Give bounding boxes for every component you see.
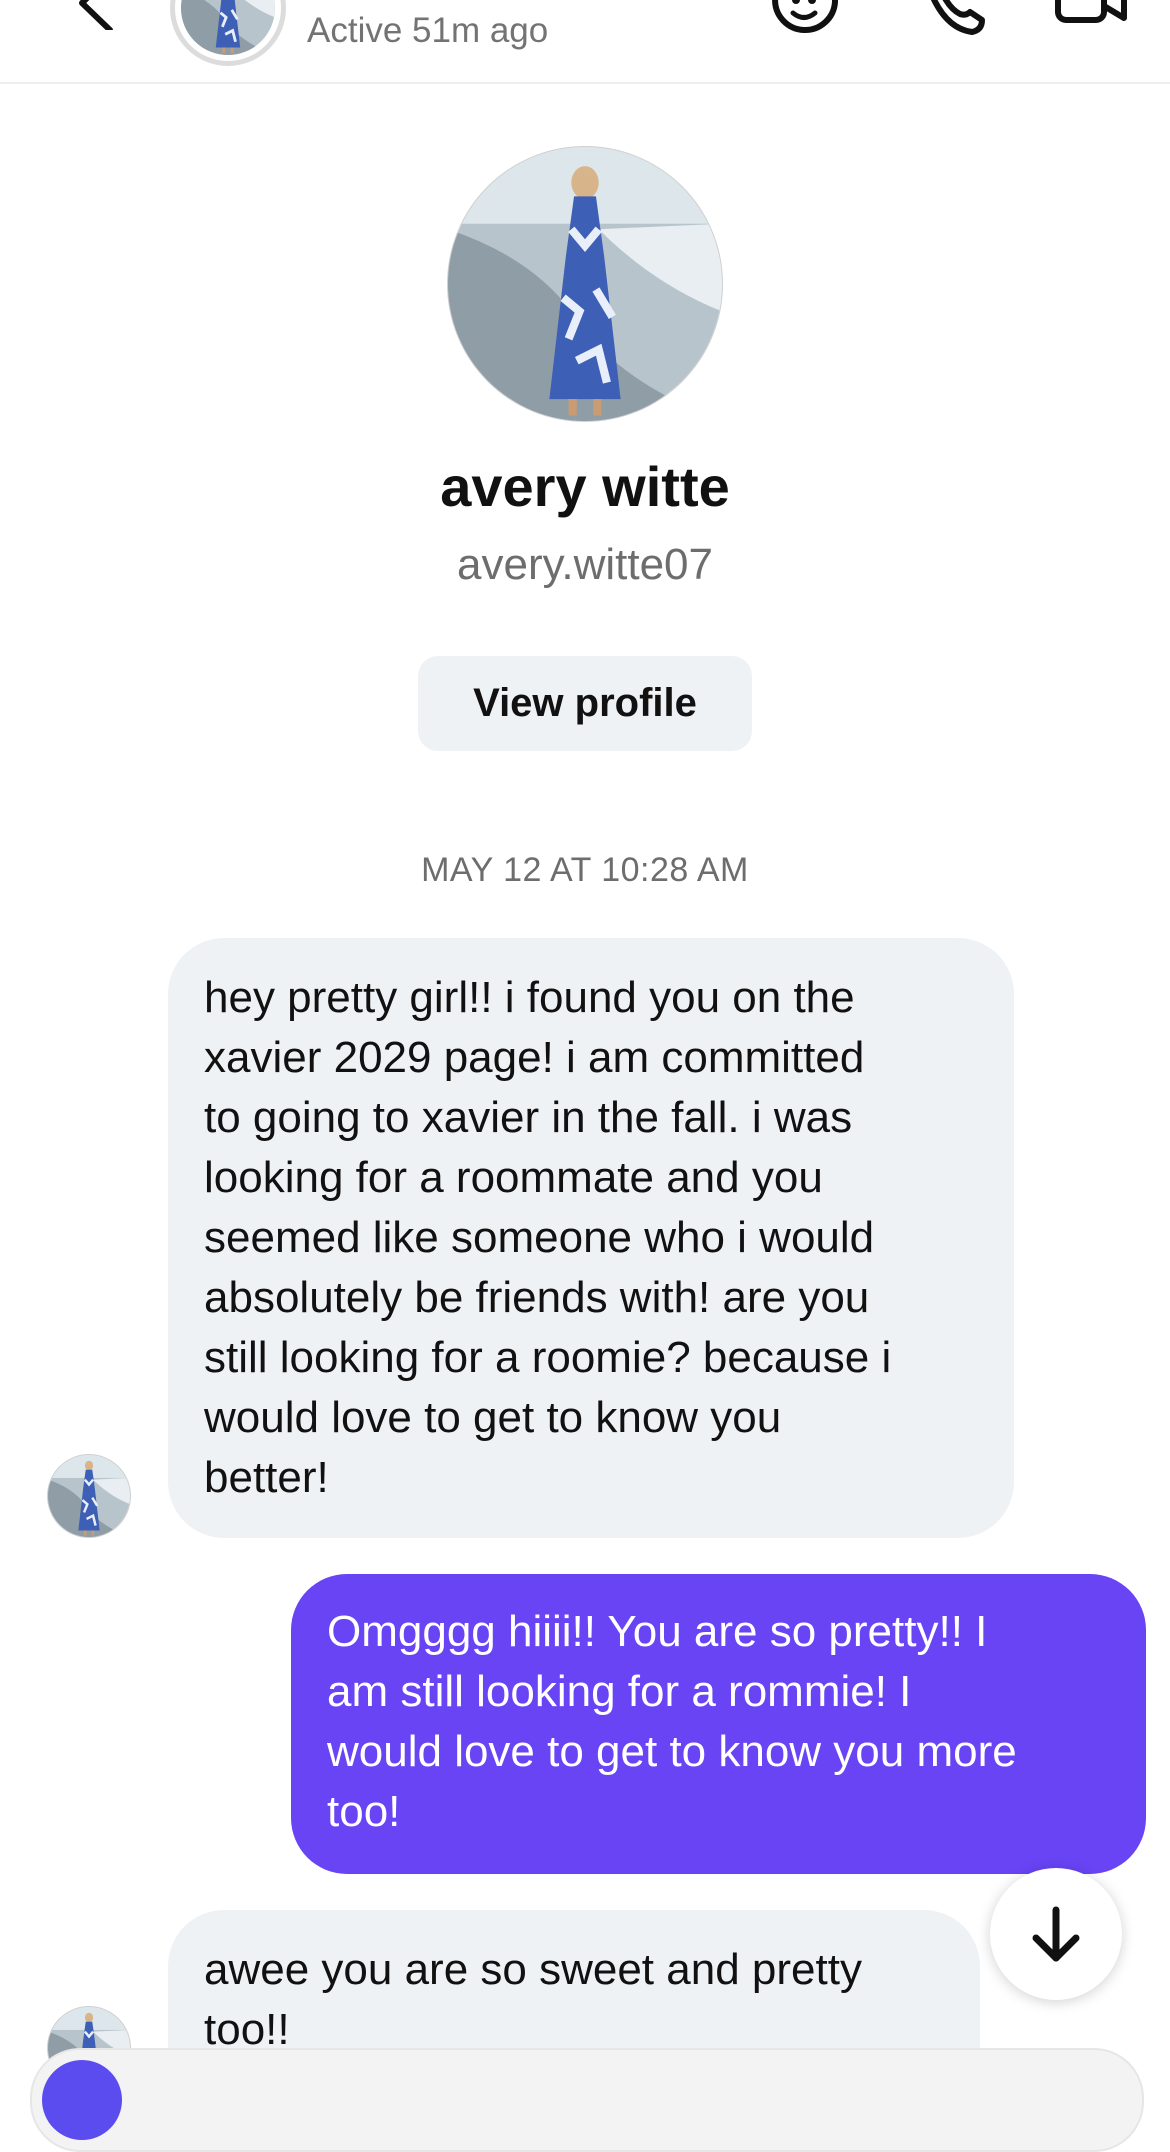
profile-username: avery.witte07 xyxy=(457,540,713,589)
scroll-to-bottom-button[interactable] xyxy=(990,1868,1122,2000)
arrow-down-icon xyxy=(1032,1906,1080,1962)
video-camera-icon[interactable] xyxy=(1050,0,1130,40)
message-line: seemed like someone who i would xyxy=(204,1213,875,1262)
message-line: too! xyxy=(327,1787,401,1836)
message-line: xavier 2029 page! i am committed xyxy=(204,1033,865,1082)
message-line: hey pretty girl!! i found you on the xyxy=(204,973,855,1022)
outgoing-message-bubble[interactable]: Omgggg hiiii!! You are so pretty!! I am … xyxy=(291,1574,1146,1874)
message-line: awee you are so sweet and pretty xyxy=(204,1945,862,1994)
back-chevron-icon[interactable] xyxy=(60,0,120,33)
message-line: absolutely be friends with! are you xyxy=(204,1273,870,1322)
conversation-timestamp: MAY 12 AT 10:28 AM xyxy=(421,851,749,889)
message-line: looking for a roommate and you xyxy=(204,1153,823,1202)
view-profile-button[interactable]: View profile xyxy=(418,656,752,751)
sender-avatar[interactable] xyxy=(47,1454,131,1538)
message-line: better! xyxy=(204,1453,329,1502)
camera-icon[interactable] xyxy=(42,2060,122,2140)
message-line: am still looking for a rommie! I xyxy=(327,1667,912,1716)
profile-name: avery witte xyxy=(440,455,730,518)
phone-icon[interactable] xyxy=(912,0,992,40)
profile-picture[interactable] xyxy=(447,146,723,422)
message-line: would love to get to know you xyxy=(204,1393,782,1442)
message-line: to going to xavier in the fall. i was xyxy=(204,1093,853,1142)
header-avatar[interactable] xyxy=(170,0,286,66)
incoming-message-bubble[interactable]: hey pretty girl!! i found you on the xav… xyxy=(168,938,1014,1538)
chat-header: Active 51m ago xyxy=(0,0,1170,84)
sticker-icon[interactable] xyxy=(765,0,845,40)
message-line: would love to get to know you more xyxy=(327,1727,1017,1776)
active-status: Active 51m ago xyxy=(307,11,549,50)
message-composer[interactable] xyxy=(30,2048,1144,2152)
message-line: Omgggg hiiii!! You are so pretty!! I xyxy=(327,1607,988,1656)
message-line: still looking for a roomie? because i xyxy=(204,1333,892,1382)
